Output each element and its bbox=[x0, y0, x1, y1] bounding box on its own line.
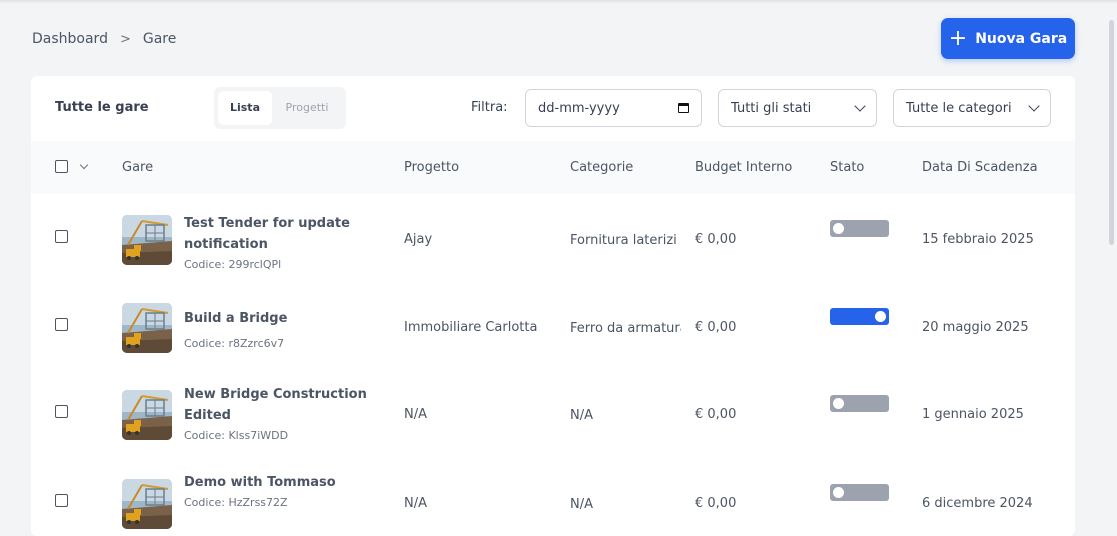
status-toggle[interactable] bbox=[830, 308, 889, 325]
filter-label: Filtra: bbox=[471, 100, 508, 115]
table-row[interactable]: Build a Bridge Codice: r8Zzrc6v7 Immobil… bbox=[31, 286, 1075, 374]
tender-category: N/A bbox=[570, 497, 593, 512]
tender-budget: € 0,00 bbox=[695, 407, 737, 422]
tender-project: N/A bbox=[404, 496, 427, 511]
tenders-card: Tutte le gare Lista Progetti Filtra: dd-… bbox=[31, 76, 1075, 536]
table-row[interactable]: Demo with Tommaso Codice: HzZrss72Z N/A … bbox=[31, 463, 1075, 536]
calendar-icon[interactable] bbox=[678, 103, 689, 113]
chevron-down-icon[interactable] bbox=[79, 160, 89, 170]
tender-thumbnail[interactable] bbox=[122, 390, 172, 440]
tender-name[interactable]: Build a Bridge bbox=[184, 308, 369, 329]
status-toggle[interactable] bbox=[830, 395, 889, 412]
date-filter-input[interactable]: dd-mm-yyyy bbox=[525, 89, 702, 127]
chevron-down-icon bbox=[854, 100, 866, 112]
status-filter-select[interactable]: Tutti gli stati bbox=[718, 89, 877, 127]
tender-project: Immobiliare Carlotta bbox=[404, 320, 538, 335]
view-option-projects[interactable]: Progetti bbox=[276, 91, 338, 125]
status-toggle[interactable] bbox=[830, 484, 889, 501]
table-row[interactable]: New Bridge Construction Edited Codice: K… bbox=[31, 374, 1075, 462]
tender-budget: € 0,00 bbox=[695, 232, 737, 247]
new-tender-button[interactable]: + Nuova Gara bbox=[941, 18, 1075, 59]
tender-project: Ajay bbox=[404, 232, 433, 247]
row-checkbox[interactable] bbox=[55, 230, 68, 243]
category-filter-value: Tutte le categorie bbox=[906, 100, 1011, 116]
view-toggle: Lista Progetti bbox=[214, 87, 346, 129]
column-header-categories: Categorie bbox=[570, 160, 634, 175]
breadcrumb-dashboard[interactable]: Dashboard bbox=[32, 31, 108, 47]
toggle-knob bbox=[875, 311, 886, 322]
plus-icon: + bbox=[948, 25, 968, 51]
column-header-status: Stato bbox=[830, 160, 865, 175]
breadcrumb-separator-icon: > bbox=[119, 31, 131, 47]
tender-code: Codice: Klss7iWDD bbox=[184, 429, 289, 442]
tender-category: N/A bbox=[570, 408, 593, 423]
tender-budget: € 0,00 bbox=[695, 496, 737, 511]
view-option-list[interactable]: Lista bbox=[218, 91, 272, 125]
tender-code: Codice: 299rclQPl bbox=[184, 258, 282, 271]
chevron-down-icon bbox=[1028, 100, 1040, 112]
breadcrumb: Dashboard > Gare bbox=[32, 31, 176, 47]
tender-project: N/A bbox=[404, 407, 427, 422]
column-header-project: Progetto bbox=[404, 160, 460, 175]
breadcrumb-current: Gare bbox=[142, 31, 177, 47]
tender-category: Ferro da armatura bbox=[570, 321, 681, 336]
row-checkbox[interactable] bbox=[55, 405, 68, 418]
toggle-knob bbox=[833, 223, 844, 234]
tender-deadline: 20 maggio 2025 bbox=[922, 320, 1029, 335]
tender-deadline: 6 dicembre 2024 bbox=[922, 496, 1033, 511]
tender-name[interactable]: Test Tender for update notification bbox=[184, 213, 369, 255]
row-checkbox[interactable] bbox=[55, 318, 68, 331]
page-scrollbar[interactable] bbox=[1109, 20, 1114, 245]
new-tender-button-label: Nuova Gara bbox=[975, 30, 1068, 47]
toggle-knob bbox=[833, 487, 844, 498]
tender-category: Fornitura laterizi bbox=[570, 233, 677, 248]
column-header-deadline: Data Di Scadenza bbox=[922, 160, 1038, 175]
row-checkbox[interactable] bbox=[55, 494, 68, 507]
status-filter-value: Tutti gli stati bbox=[731, 100, 812, 116]
card-title: Tutte le gare bbox=[55, 100, 149, 115]
date-filter-placeholder: dd-mm-yyyy bbox=[538, 100, 620, 116]
tender-thumbnail[interactable] bbox=[122, 215, 172, 265]
tender-name[interactable]: Demo with Tommaso bbox=[184, 472, 369, 493]
status-toggle[interactable] bbox=[830, 220, 889, 237]
table-header: Gare Progetto Categorie Budget Interno S… bbox=[31, 141, 1075, 194]
tender-code: Codice: HzZrss72Z bbox=[184, 496, 288, 509]
table-row[interactable]: Test Tender for update notification Codi… bbox=[31, 198, 1075, 286]
category-filter-select[interactable]: Tutte le categorie bbox=[893, 89, 1051, 127]
tender-thumbnail[interactable] bbox=[122, 303, 172, 353]
top-shadow bbox=[0, 0, 1117, 4]
tender-code: Codice: r8Zzrc6v7 bbox=[184, 337, 285, 350]
toggle-knob bbox=[833, 398, 844, 409]
select-all-checkbox[interactable] bbox=[55, 160, 68, 173]
column-header-budget: Budget Interno bbox=[695, 160, 793, 175]
tender-name[interactable]: New Bridge Construction Edited bbox=[184, 384, 369, 426]
tender-deadline: 1 gennaio 2025 bbox=[922, 407, 1024, 422]
tender-deadline: 15 febbraio 2025 bbox=[922, 232, 1034, 247]
column-header-tenders: Gare bbox=[122, 160, 154, 175]
tender-budget: € 0,00 bbox=[695, 320, 737, 335]
